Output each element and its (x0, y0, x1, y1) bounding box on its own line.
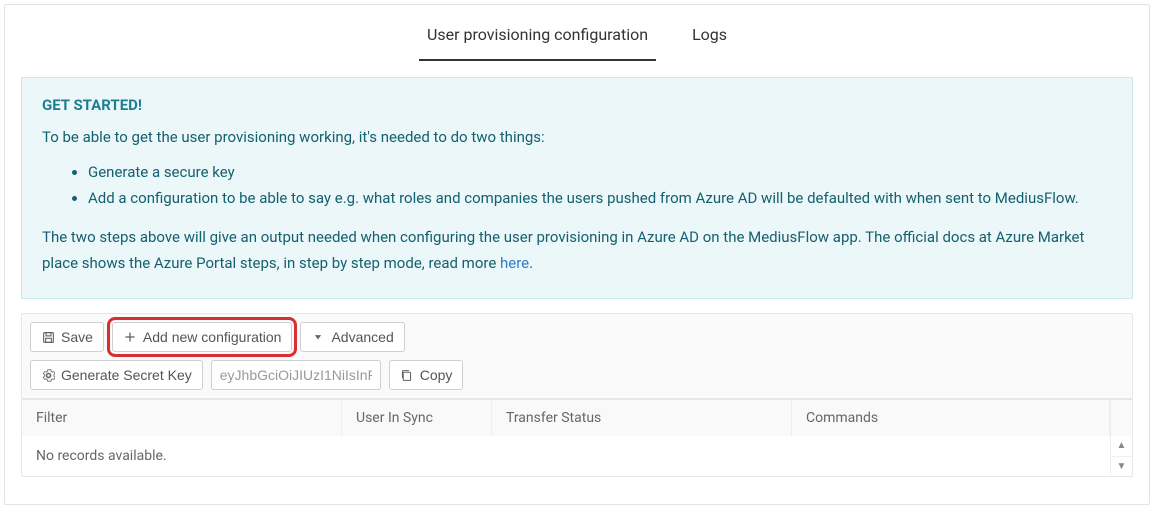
info-title: GET STARTED! (42, 96, 1112, 114)
chevron-up-icon: ▲ (1117, 440, 1127, 451)
chevron-down-icon: ▼ (1117, 461, 1127, 472)
info-outro-text: The two steps above will give an output … (42, 228, 1084, 272)
toolbar-section: Save Add new configuration (21, 313, 1133, 399)
info-step-generate-key: Generate a secure key (88, 160, 1112, 186)
toolbar-row-2: Generate Secret Key Copy (30, 360, 1124, 390)
grid-scroll-header (1110, 400, 1132, 436)
gear-icon (41, 368, 55, 382)
tab-user-provisioning-configuration[interactable]: User provisioning configuration (419, 9, 656, 60)
info-steps-list: Generate a secure key Add a configuratio… (42, 160, 1112, 211)
info-outro: The two steps above will give an output … (42, 225, 1112, 276)
config-grid: Filter User In Sync Transfer Status Comm… (21, 399, 1133, 477)
scroll-down-button[interactable]: ▼ (1111, 457, 1132, 477)
tab-logs[interactable]: Logs (684, 9, 735, 60)
copy-button[interactable]: Copy (389, 360, 464, 390)
tab-bar: User provisioning configuration Logs (5, 5, 1149, 61)
grid-scrollbar: ▲ ▼ (1110, 436, 1132, 476)
grid-empty-message: No records available. (22, 436, 1110, 476)
info-outro-period: . (529, 254, 533, 272)
triangle-down-icon (311, 330, 325, 344)
get-started-panel: GET STARTED! To be able to get the user … (21, 77, 1133, 299)
page-card: User provisioning configuration Logs GET… (4, 4, 1150, 505)
scroll-up-button[interactable]: ▲ (1111, 436, 1132, 457)
save-icon (41, 330, 55, 344)
gen-secret-label: Generate Secret Key (61, 367, 192, 383)
generate-secret-key-button[interactable]: Generate Secret Key (30, 360, 203, 390)
save-button[interactable]: Save (30, 322, 104, 352)
info-intro: To be able to get the user provisioning … (42, 128, 1112, 146)
content-area: GET STARTED! To be able to get the user … (5, 61, 1149, 477)
column-user-in-sync[interactable]: User In Sync (342, 400, 492, 436)
plus-icon (123, 330, 137, 344)
advanced-label: Advanced (331, 329, 393, 345)
copy-icon (400, 368, 414, 382)
column-transfer-status[interactable]: Transfer Status (492, 400, 792, 436)
advanced-button[interactable]: Advanced (300, 322, 404, 352)
column-filter[interactable]: Filter (22, 400, 342, 436)
copy-label: Copy (420, 367, 453, 383)
grid-header: Filter User In Sync Transfer Status Comm… (22, 399, 1132, 436)
tab-label: Logs (692, 25, 727, 44)
save-label: Save (61, 329, 93, 345)
add-new-configuration-button[interactable]: Add new configuration (112, 322, 293, 352)
tab-label: User provisioning configuration (427, 25, 648, 44)
toolbar-row-1: Save Add new configuration (30, 322, 1124, 352)
grid-body: No records available. ▲ ▼ (22, 436, 1132, 476)
add-config-label: Add new configuration (143, 329, 282, 345)
info-docs-link[interactable]: here (500, 254, 529, 272)
secret-key-field[interactable] (211, 360, 381, 390)
column-commands[interactable]: Commands (792, 400, 1110, 436)
info-step-add-configuration: Add a configuration to be able to say e.… (88, 186, 1112, 212)
